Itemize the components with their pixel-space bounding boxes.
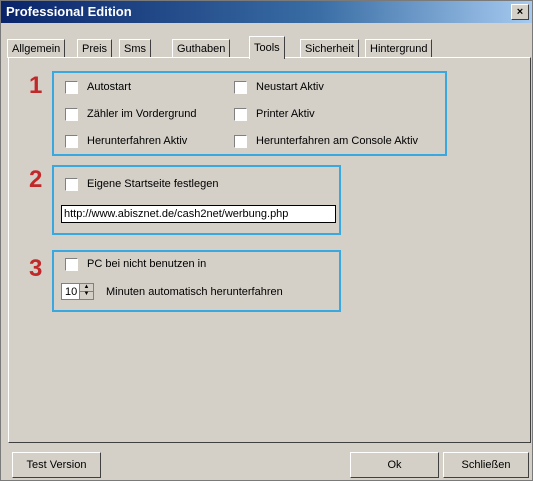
tab-hintergrund[interactable]: Hintergrund <box>365 39 433 58</box>
group-1-number: 1 <box>29 72 43 99</box>
checkbox-label: PC bei nicht benutzen in <box>87 258 207 270</box>
startpage-url-input[interactable]: http://www.abisznet.de/cash2net/werbung.… <box>61 205 336 223</box>
checkbox-box[interactable] <box>65 135 78 148</box>
group-3-number: 3 <box>29 255 43 282</box>
checkbox-label: Zähler im Vordergrund <box>87 108 197 120</box>
minutes-label: Minuten automatisch herunterfahren <box>106 286 283 298</box>
checkbox-box[interactable] <box>234 135 247 148</box>
tab-sicherheit[interactable]: Sicherheit <box>300 39 359 58</box>
dialog-window: Professional Edition × Allgemein Preis S… <box>0 0 533 481</box>
checkbox-label: Eigene Startseite festlegen <box>87 178 219 190</box>
tab-sms[interactable]: Sms <box>119 39 151 58</box>
window-title: Professional Edition <box>6 4 132 19</box>
stepper-buttons: ▲ ▼ <box>79 284 93 299</box>
checkbox-label: Autostart <box>87 81 132 93</box>
tab-tools[interactable]: Tools <box>249 36 285 59</box>
checkbox-label: Printer Aktiv <box>256 108 315 120</box>
stepper-down-icon[interactable]: ▼ <box>80 291 93 298</box>
tab-preis[interactable]: Preis <box>77 39 113 58</box>
close-window-button[interactable]: × <box>511 4 529 20</box>
checkbox-label: Herunterfahren am Console Aktiv <box>256 135 419 147</box>
tab-allgemein[interactable]: Allgemein <box>7 39 66 58</box>
checkbox-box[interactable] <box>65 81 78 94</box>
tab-guthaben[interactable]: Guthaben <box>172 39 231 58</box>
minutes-stepper[interactable]: 10 ▲ ▼ <box>61 283 94 300</box>
checkbox-label: Herunterfahren Aktiv <box>87 135 188 147</box>
checkbox-label: Neustart Aktiv <box>256 81 324 93</box>
checkbox-box[interactable] <box>234 108 247 121</box>
close-button[interactable]: Schließen <box>443 452 529 478</box>
checkbox-box[interactable] <box>65 108 78 121</box>
checkbox-box[interactable] <box>65 258 78 271</box>
group-2-number: 2 <box>29 166 43 193</box>
checkbox-box[interactable] <box>65 178 78 191</box>
group-2-box <box>52 165 341 235</box>
ok-button[interactable]: Ok <box>350 452 439 478</box>
test-version-button[interactable]: Test Version <box>12 452 101 478</box>
title-bar[interactable]: Professional Edition × <box>1 1 532 23</box>
minutes-value[interactable]: 10 <box>65 285 77 299</box>
checkbox-box[interactable] <box>234 81 247 94</box>
